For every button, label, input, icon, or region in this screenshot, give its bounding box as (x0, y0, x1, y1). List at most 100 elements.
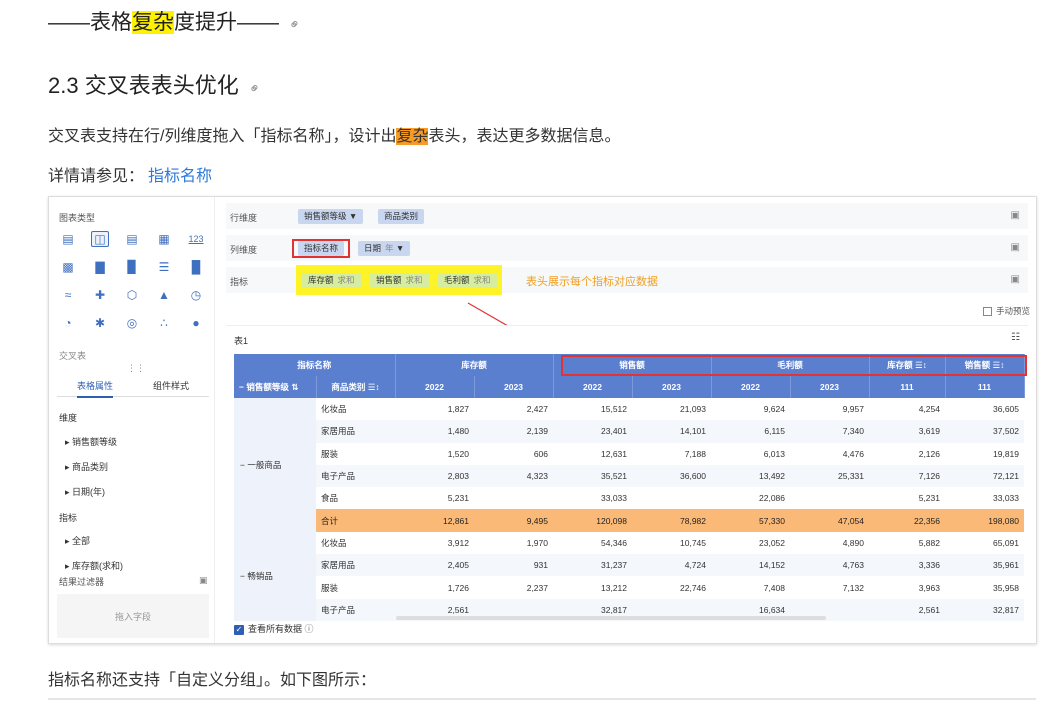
drag-handle-icon[interactable]: ⋮⋮ (127, 363, 145, 374)
value-cell: 3,336 (869, 554, 945, 577)
group-cell[interactable]: − 一般商品 (234, 398, 316, 532)
value-cell: 22,086 (711, 487, 790, 510)
paragraph-custom-group: 指标名称还支持「自定义分组」。如下图所示： (48, 672, 377, 689)
value-cell: 4,254 (869, 398, 945, 421)
table-row: 食品 5,231 33,033 22,086 5,231 33,033 (234, 487, 1024, 510)
chart-type-label: 图表类型 (59, 213, 96, 223)
value-cell: 36,605 (945, 398, 1024, 421)
chip-sub: 求和 (337, 275, 355, 285)
highlight-metric-header-box (561, 355, 1027, 376)
metric-chip-gross[interactable]: 毛利额 求和 (438, 273, 497, 288)
value-cell: 33,033 (553, 487, 632, 510)
kpi-icon[interactable]: 123 (187, 231, 205, 247)
collapse-icon[interactable]: − (239, 382, 244, 392)
metric-chip-sales[interactable]: 销售额 求和 (370, 273, 429, 288)
value-cell (632, 487, 711, 510)
scatter-icon[interactable]: ∴ (155, 315, 173, 331)
group-label: 畅销品 (247, 571, 273, 582)
col-chip-date[interactable]: 日期年 ▼ (358, 241, 411, 256)
header-text: 销售额等级 (246, 382, 289, 392)
table-settings-icon[interactable]: ☷ (1011, 332, 1020, 343)
horizontal-scrollbar[interactable] (396, 616, 826, 620)
group-cell[interactable]: − 畅销品 (234, 531, 316, 621)
value-cell: 22,356 (869, 509, 945, 532)
value-cell: 120,098 (553, 509, 632, 532)
bar-chart-icon[interactable]: ▇ (91, 259, 109, 275)
bar-stack-icon[interactable]: ▩ (59, 259, 77, 275)
dim-label: 商品类别 (72, 462, 109, 472)
value-cell: 2,803 (395, 464, 474, 488)
value-cell: 1,726 (395, 576, 474, 599)
donut-icon[interactable]: ◎ (123, 315, 141, 331)
table-row: 服装 1,726 2,237 13,212 22,746 7,408 7,132 3,963 3… (234, 576, 1024, 599)
value-cell: 78,982 (632, 509, 711, 532)
tab-component-style[interactable]: 组件样式 (153, 379, 189, 392)
lock-icon[interactable]: ▣ (1011, 274, 1020, 285)
reference-link[interactable]: 指标名称 (148, 168, 212, 185)
value-cell: 5,231 (869, 487, 945, 510)
lock-icon[interactable]: ▣ (1011, 242, 1020, 253)
dim-item-category[interactable]: ▸ 商品类别 (65, 460, 108, 473)
column-dimension-label: 列维度 (230, 245, 258, 255)
value-cell: 35,521 (553, 464, 632, 488)
metric-item-all[interactable]: ▸ 全部 (65, 534, 90, 547)
category-cell: 化妆品 (316, 531, 395, 555)
category-cell: 服装 (316, 442, 395, 465)
waterfall-icon[interactable]: █ (187, 259, 205, 275)
chip-sub: 求和 (405, 275, 423, 285)
radar-icon[interactable]: ✚ (91, 287, 109, 303)
chip-sub: 求和 (473, 275, 491, 285)
total-row: 合计 12,861 9,495 120,098 78,982 57,330 47,054 22… (234, 509, 1024, 532)
manual-preview-toggle[interactable]: 手动预览 (982, 305, 1030, 317)
pie-chart-icon[interactable]: ◔ (59, 315, 77, 331)
dim-label: 日期(年) (72, 487, 106, 497)
view-all-data-toggle[interactable]: ✓ 查看所有数据 ⓘ (234, 622, 314, 635)
area-chart-icon[interactable]: ▲ (155, 287, 173, 303)
table-row: 家居用品 2,405 931 31,237 4,724 14,152 4,763 3,336 3… (234, 554, 1024, 577)
hexagon-icon[interactable]: ⬡ (123, 287, 141, 303)
row-chip-category[interactable]: 商品类别 (378, 209, 425, 224)
rose-chart-icon[interactable]: ✱ (91, 315, 109, 331)
filter-dropzone[interactable]: 拖入字段 (57, 594, 209, 638)
value-cell: 14,152 (711, 554, 790, 577)
metric-chip-stock[interactable]: 库存额 求和 (302, 273, 361, 288)
lock-icon[interactable]: ▣ (199, 575, 208, 586)
value-cell: 37,502 (945, 420, 1024, 443)
dim-item-sales-level[interactable]: ▸ 销售额等级 (65, 435, 117, 448)
column-chart-icon[interactable]: ▉ (123, 259, 141, 275)
gauge-icon[interactable]: ◷ (187, 287, 205, 303)
bubble-icon[interactable]: ● (187, 315, 205, 331)
value-cell: 35,958 (945, 576, 1024, 599)
header-group-stock: 库存额 (395, 354, 554, 376)
dim-item-date-year[interactable]: ▸ 日期(年) (65, 485, 105, 498)
table-icon[interactable]: ▤ (59, 231, 77, 247)
heading-2-3: 2.3 交叉表表头优化 ⚭ (48, 68, 264, 100)
checkbox[interactable] (982, 307, 992, 317)
hbar-chart-icon[interactable]: ☰ (155, 259, 173, 275)
anchor-link-icon[interactable]: ⚭ (285, 14, 305, 34)
value-cell: 22,746 (632, 576, 711, 599)
sort-icon[interactable]: ⇅ (291, 382, 298, 392)
checkbox-checked[interactable]: ✓ (234, 624, 244, 635)
tab-table-properties[interactable]: 表格属性 (77, 379, 114, 398)
value-cell: 2,561 (869, 598, 945, 621)
cross-table-icon[interactable]: ◫ (91, 231, 109, 247)
grid-table-icon[interactable]: ▦ (155, 231, 173, 247)
header-category[interactable]: 商品类别 ☰↕ (316, 376, 396, 398)
metric-label: 指标 (230, 277, 249, 287)
metric-item-stock[interactable]: ▸ 库存额(求和) (65, 559, 123, 572)
row-chip-sales-level[interactable]: 销售额等级 ▼ (298, 209, 364, 224)
value-cell: 4,476 (790, 442, 869, 465)
info-icon[interactable]: ⓘ (305, 624, 314, 634)
sort-icon[interactable]: ☰↕ (368, 382, 380, 392)
value-cell: 7,408 (711, 576, 790, 599)
lock-icon[interactable]: ▣ (1011, 210, 1020, 221)
metric-label: 库存额(求和) (72, 561, 124, 571)
screenshot-panel: 图表类型 ▤ ◫ ▤ ▦ 123 ▩ ▇ ▉ ☰ █ ≈ ✚ ⬡ ▲ ◷ ◔ ✱… (48, 196, 1037, 644)
value-cell: 72,121 (945, 464, 1024, 488)
detail-table-icon[interactable]: ▤ (123, 231, 141, 247)
value-cell: 14,101 (632, 420, 711, 443)
anchor-link-icon[interactable]: ⚭ (244, 78, 264, 98)
line-chart-icon[interactable]: ≈ (59, 287, 77, 303)
header-sales-level[interactable]: − 销售额等级 ⇅ (234, 376, 317, 398)
